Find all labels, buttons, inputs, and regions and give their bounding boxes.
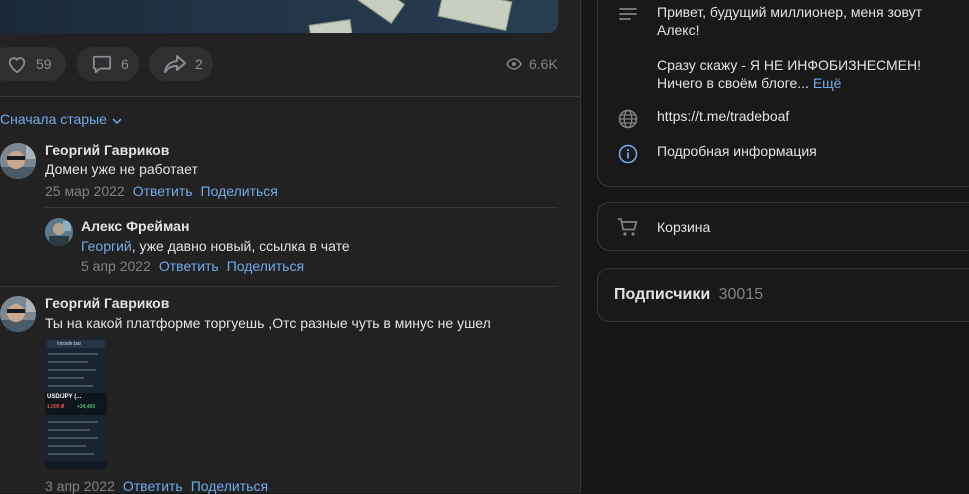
share-arrow-icon [164,55,186,73]
details-row: Подробная информация [616,142,817,166]
divider [0,96,580,97]
comment-meta: 5 апр 2022 Ответить Поделиться [81,258,304,274]
banknote-decoration [356,0,406,24]
divider [0,286,558,287]
avatar[interactable] [45,218,73,246]
banknote-decoration [437,0,513,31]
attachment-amount: 1,000 ₽ [47,404,65,410]
description-line: Привет, будущий миллионер, меня зовут [657,4,923,20]
text-lines-icon [619,8,637,20]
description-line-with-more: Ничего в своём блоге... Ещё [657,74,922,92]
share-count: 2 [195,56,203,72]
share-button[interactable]: 2 [149,47,213,81]
comment-date[interactable]: 25 мар 2022 [45,183,125,199]
heart-icon [8,57,26,74]
website-row: https://t.me/tradeboaf [616,107,789,131]
attachment-profit: +34,400 [77,404,96,410]
comment-text: Ты на какой платформе торгуешь ,Отс разн… [45,315,491,331]
share-link[interactable]: Поделиться [191,478,268,494]
avatar[interactable] [0,143,36,179]
comment-date[interactable]: 3 апр 2022 [45,478,115,494]
subscribers-header: Подписчики 30015 [614,286,763,304]
comment-text-body: , уже давно новый, ссылка в чате [131,238,350,254]
avatar[interactable] [0,296,36,332]
comment-date[interactable]: 5 апр 2022 [81,258,151,274]
comment-count: 6 [121,56,129,72]
comment-meta: 3 апр 2022 Ответить Поделиться [45,478,268,494]
description-line: Алекс! [657,22,700,38]
subscribers-count: 30015 [718,286,764,303]
website-link[interactable]: https://t.me/tradeboaf [657,107,789,125]
views-count: 6.6K [529,56,558,72]
sort-label: Сначала старые [0,111,107,127]
description-line: Сразу скажу - Я НЕ ИНФОБИЗНЕСМЕН! [657,57,922,73]
views-counter: 6.6K [506,56,558,72]
subscribers-card[interactable]: Подписчики 30015 [597,268,969,322]
globe-icon [618,109,638,129]
reply-link[interactable]: Ответить [123,478,183,494]
cart-card[interactable]: Корзина [597,202,969,251]
sidebar: Привет, будущий миллионер, меня зовут Ал… [581,0,969,493]
share-link[interactable]: Поделиться [227,258,304,274]
chevron-down-icon [112,118,122,125]
mention-link[interactable]: Георгий [81,238,132,254]
more-info-link[interactable]: Подробная информация [657,142,817,160]
share-link[interactable]: Поделиться [201,183,278,199]
info-icon [618,144,638,164]
comment-author[interactable]: Георгий Гавриков [45,142,169,158]
divider [45,207,558,208]
post-column: 59 6 2 6.6K Сначала старые Георгий Гаври… [0,0,581,494]
cart-row: Корзина [616,215,710,239]
cart-icon [618,218,638,236]
cart-label: Корзина [657,219,711,235]
attachment-header: Intrade.bar [47,340,105,348]
avatar-photo-icon [0,143,36,179]
community-description: Привет, будущий миллионер, меня зовут Ал… [657,3,922,92]
comment-attachment-photo[interactable]: Intrade.bar USD/JPY (... 1,000 ₽ +34,400 [45,337,107,469]
comment-icon [92,55,112,74]
avatar-photo-icon [0,296,36,332]
comment-text: Георгий, уже давно новый, ссылка в чате [81,238,350,254]
comments-sort-dropdown[interactable]: Сначала старые [0,111,123,127]
comment-button[interactable]: 6 [76,47,139,81]
like-button[interactable]: 59 [0,47,66,81]
comment-text: Домен уже не работает [45,161,198,177]
avatar-photo-icon [45,218,73,246]
banknote-decoration [308,19,354,33]
like-count: 59 [36,56,52,72]
show-more-link[interactable]: Ещё [813,75,842,91]
subscribers-label: Подписчики [614,286,711,303]
eye-icon [506,58,522,70]
reply-link[interactable]: Ответить [133,183,193,199]
description-line: Ничего в своём блоге... [657,75,809,91]
post-image[interactable] [0,0,558,33]
comment-author[interactable]: Георгий Гавриков [45,295,169,311]
attachment-title: Intrade.bar [57,341,82,347]
comment-meta: 25 мар 2022 Ответить Поделиться [45,183,278,199]
description-row: Привет, будущий миллионер, меня зовут Ал… [616,3,922,92]
attachment-pair: USD/JPY (... [47,394,82,400]
reply-link[interactable]: Ответить [159,258,219,274]
community-info-card: Привет, будущий миллионер, меня зовут Ал… [597,0,969,187]
comment-author[interactable]: Алекс Фрейман [81,218,189,234]
